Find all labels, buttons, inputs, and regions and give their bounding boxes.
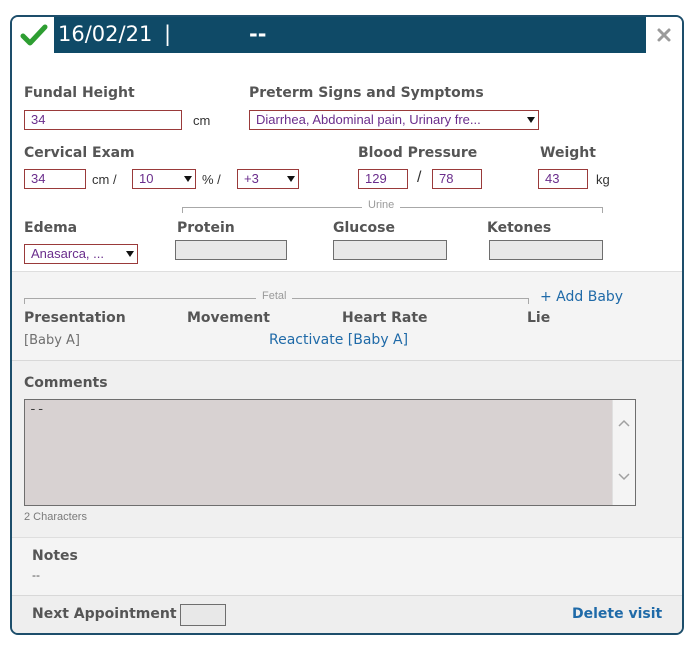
- urine-group-title: Urine: [362, 199, 401, 211]
- fetal-group-title: Fetal: [256, 290, 293, 302]
- bp-slash: /: [417, 169, 422, 186]
- next-appointment-label: Next Appointment: [32, 606, 177, 622]
- notes-value: --: [32, 568, 40, 582]
- add-baby-link[interactable]: + Add Baby: [540, 289, 623, 305]
- protein-input[interactable]: [175, 240, 287, 260]
- preterm-label: Preterm Signs and Symptoms: [249, 85, 484, 101]
- scroll-up-icon[interactable]: [618, 418, 630, 428]
- visit-panel: 16/02/21 | -- Fundal Height 34 cm Preter…: [10, 15, 684, 635]
- chevron-down-icon: [126, 251, 134, 257]
- delete-visit-link[interactable]: Delete visit: [572, 606, 662, 622]
- blood-pressure-label: Blood Pressure: [358, 145, 478, 161]
- edema-label: Edema: [24, 220, 78, 236]
- chevron-down-icon: [287, 176, 295, 182]
- weight-unit: kg: [596, 172, 610, 187]
- edema-select[interactable]: Anasarca, ...: [24, 244, 138, 264]
- cervical-exam-label: Cervical Exam: [24, 145, 135, 161]
- notes-section: Notes --: [12, 537, 682, 595]
- station-select[interactable]: +3: [237, 169, 299, 189]
- lie-label: Lie: [527, 310, 551, 326]
- weight-input[interactable]: 43: [538, 169, 588, 189]
- ketones-label: Ketones: [487, 220, 552, 236]
- check-icon[interactable]: [20, 23, 48, 47]
- comments-text: --: [29, 402, 45, 417]
- cervical-exam-input[interactable]: 34: [24, 169, 86, 189]
- heart-rate-label: Heart Rate: [342, 310, 428, 326]
- preterm-selected-value: Diarrhea, Abdominal pain, Urinary fre...: [256, 112, 481, 127]
- comments-section: Comments -- 2 Characters: [12, 360, 682, 537]
- fundal-height-label: Fundal Height: [24, 85, 135, 101]
- comments-char-count: 2 Characters: [24, 511, 87, 523]
- header-value: --: [249, 22, 267, 46]
- bp-diastolic-input[interactable]: 78: [432, 169, 482, 189]
- urine-group-tick-right: [602, 207, 603, 213]
- comments-scrollbar[interactable]: [612, 400, 635, 505]
- notes-label: Notes: [32, 548, 78, 564]
- baby-a-label: [Baby A]: [24, 333, 80, 348]
- header-separator: |: [164, 22, 172, 46]
- chevron-down-icon: [184, 176, 192, 182]
- visit-date: 16/02/21: [58, 22, 153, 46]
- cervical-unit-cm: cm /: [92, 172, 117, 187]
- ketones-input[interactable]: [489, 240, 603, 260]
- reactivate-baby-link[interactable]: Reactivate [Baby A]: [269, 332, 408, 348]
- weight-label: Weight: [540, 145, 596, 161]
- edema-value: Anasarca, ...: [31, 246, 104, 261]
- effacement-percent: % /: [202, 172, 221, 187]
- visit-header: 16/02/21 | --: [12, 17, 682, 53]
- bp-systolic-input[interactable]: 129: [358, 169, 408, 189]
- fetal-group-tick-right: [528, 298, 529, 304]
- footer-bar: Next Appointment Delete visit: [12, 595, 682, 633]
- chevron-down-icon: [527, 117, 535, 123]
- fetal-section: Fetal + Add Baby Presentation Movement H…: [12, 271, 682, 360]
- preterm-select[interactable]: Diarrhea, Abdominal pain, Urinary fre...: [249, 110, 539, 130]
- fundal-height-input[interactable]: 34: [24, 110, 182, 130]
- urine-group-tick-left: [182, 207, 183, 213]
- scroll-down-icon[interactable]: [618, 472, 630, 482]
- station-value: +3: [244, 171, 259, 186]
- fetal-group-tick-left: [24, 298, 25, 304]
- comments-label: Comments: [24, 375, 108, 391]
- comments-textarea[interactable]: --: [24, 399, 636, 506]
- next-appointment-input[interactable]: [180, 604, 226, 626]
- presentation-label: Presentation: [24, 310, 126, 326]
- close-icon[interactable]: [656, 27, 672, 43]
- glucose-label: Glucose: [333, 220, 396, 236]
- effacement-value: 10: [139, 171, 154, 186]
- protein-label: Protein: [177, 220, 235, 236]
- movement-label: Movement: [187, 310, 270, 326]
- fundal-height-unit: cm: [193, 113, 211, 128]
- glucose-input[interactable]: [333, 240, 447, 260]
- effacement-select[interactable]: 10: [132, 169, 196, 189]
